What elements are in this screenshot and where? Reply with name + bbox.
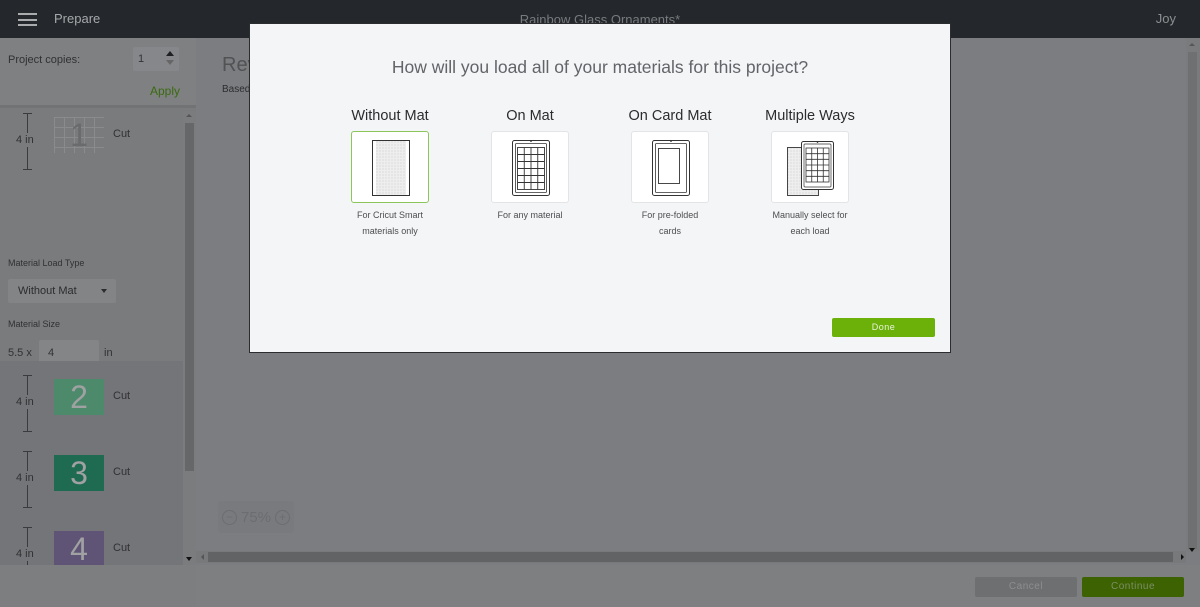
scroll-up-icon[interactable] [186, 114, 192, 117]
scrollbar-thumb[interactable] [1188, 52, 1197, 549]
mat-thumbnail[interactable]: 3 [54, 455, 104, 491]
option-title: Multiple Ways [765, 108, 855, 124]
option-description: Manually select for each load [740, 208, 880, 239]
canvas-vertical-scrollbar[interactable] [1186, 38, 1200, 552]
smart-material-icon [372, 140, 410, 196]
mat-height: 4 in [16, 395, 34, 409]
mat-height: 4 in [16, 471, 34, 485]
height-indicator: 4 in [16, 525, 37, 565]
left-panel: Project copies: 1 Apply 4 in 1 Cut Mater… [0, 38, 196, 565]
option-title: On Mat [506, 108, 554, 124]
apply-button[interactable]: Apply [150, 84, 180, 98]
decrement-icon[interactable] [166, 60, 174, 65]
scroll-right-icon[interactable] [1181, 554, 1184, 560]
mat-item[interactable]: 4 in 2 Cut [0, 373, 183, 449]
mat-list: 4 in 1 Cut Material Load Type Without Ma… [0, 111, 183, 565]
user-name[interactable]: Joy [1156, 11, 1176, 26]
desc-line: For any material [497, 210, 563, 220]
zoom-in-icon[interactable]: + [275, 510, 290, 525]
card-mat-icon [652, 140, 690, 196]
option-card[interactable] [631, 131, 709, 203]
mat-item[interactable]: 4 in 4 Cut [0, 525, 183, 565]
scroll-left-icon[interactable] [201, 554, 204, 560]
material-load-dialog: How will you load all of your materials … [249, 23, 951, 353]
zoom-level: 75% [241, 509, 272, 526]
desc-line: each load [790, 225, 830, 236]
multiple-mats-icon [787, 141, 834, 196]
canvas-horizontal-scrollbar[interactable] [196, 551, 1186, 563]
scrollbar-thumb[interactable] [208, 552, 1173, 562]
desc-line: For Cricut Smart [356, 210, 423, 220]
mat-thumbnail[interactable]: 2 [54, 379, 104, 415]
material-load-type-label: Material Load Type [8, 258, 85, 268]
mat-height: 4 in [16, 133, 34, 147]
dialog-question: How will you load all of your materials … [391, 57, 809, 77]
scroll-down-icon[interactable] [1189, 548, 1195, 552]
option-description: For any material [460, 208, 600, 224]
option-on-mat[interactable]: On Mat For any material [460, 107, 600, 224]
height-indicator: 4 in [16, 373, 37, 433]
mat-thumbnail[interactable]: 4 [54, 531, 104, 565]
option-card[interactable] [491, 131, 569, 203]
material-unit: in [104, 347, 113, 359]
mat-item[interactable]: 4 in 1 Cut [0, 111, 183, 187]
chevron-down-icon [101, 289, 107, 293]
desc-line: cards [658, 225, 681, 236]
project-copies-label: Project copies: [8, 54, 81, 66]
mat-list-scrollbar[interactable] [183, 111, 196, 565]
zoom-out-icon[interactable]: − [222, 510, 237, 525]
scrollbar-thumb[interactable] [185, 123, 194, 471]
height-indicator: 4 in [16, 449, 37, 509]
mat-action: Cut [113, 128, 131, 140]
option-on-card-mat[interactable]: On Card Mat For pre-folded cards [600, 107, 740, 239]
material-size-label: Material Size [8, 319, 61, 329]
cancel-button[interactable]: Cancel [975, 577, 1077, 597]
mat-action: Cut [113, 466, 131, 478]
zoom-control: − 75% + [218, 501, 294, 533]
option-card[interactable] [771, 131, 849, 203]
mat-height: 4 in [16, 547, 34, 561]
scroll-up-icon[interactable] [1189, 43, 1195, 46]
option-description: For Cricut Smart materials only [320, 208, 460, 239]
material-width: 5.5 x [8, 347, 32, 359]
cutting-mat-icon [512, 140, 550, 196]
option-card[interactable] [351, 131, 429, 203]
option-title: Without Mat [351, 108, 429, 124]
option-without-mat[interactable]: Without Mat For Cricut Smart materials on… [320, 107, 460, 239]
option-description: For pre-folded cards [600, 208, 740, 239]
desc-line: For pre-folded [641, 210, 699, 220]
option-title: On Card Mat [628, 108, 712, 124]
mat-thumbnail[interactable]: 1 [54, 117, 104, 153]
increment-icon[interactable] [166, 51, 174, 56]
height-indicator: 4 in [16, 111, 37, 171]
left-panel-footer [0, 565, 196, 607]
scroll-down-icon[interactable] [186, 557, 192, 561]
mat-action: Cut [113, 542, 131, 554]
desc-line: materials only [362, 225, 418, 236]
mat-action: Cut [113, 390, 131, 402]
footer-bar: Cancel Continue [196, 565, 1200, 607]
option-multiple-ways[interactable]: Multiple Ways Manually select for each lo… [740, 107, 880, 239]
done-button[interactable]: Done [832, 318, 935, 337]
canvas-subheading: Based [222, 84, 251, 95]
material-load-type-value: Without Mat [18, 285, 77, 297]
continue-button[interactable]: Continue [1082, 577, 1184, 597]
mat-item[interactable]: 4 in 3 Cut [0, 449, 183, 525]
desc-line: Manually select for [772, 210, 848, 220]
material-load-type-select[interactable]: Without Mat [8, 279, 116, 303]
project-copies-section: Project copies: 1 Apply [0, 38, 196, 108]
